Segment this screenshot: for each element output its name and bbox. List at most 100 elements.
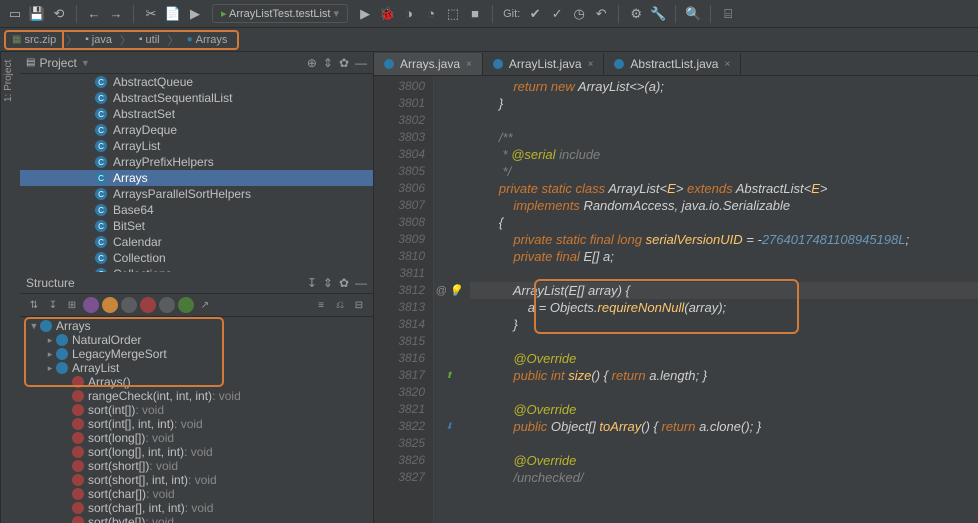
close-icon[interactable]: × xyxy=(724,59,730,70)
stop-icon[interactable]: ■ xyxy=(466,5,484,23)
git-commit-icon[interactable]: ✓ xyxy=(548,5,566,23)
breadcrumb-part-1[interactable]: ▪util xyxy=(133,32,166,48)
code-line[interactable]: return new ArrayList<>(a); xyxy=(470,78,978,95)
editor-tab[interactable]: ArrayList.java× xyxy=(483,53,605,75)
code-line[interactable]: public Object[] toArray() { return a.clo… xyxy=(470,418,978,435)
copy-icon[interactable]: 📄 xyxy=(164,5,182,23)
code-line[interactable] xyxy=(470,435,978,452)
code-line[interactable]: /** xyxy=(470,129,978,146)
sync-icon[interactable]: ⟲ xyxy=(50,5,68,23)
structure-tree-item[interactable]: ▸LegacyMergeSort xyxy=(20,347,373,361)
code-line[interactable]: private static final long serialVersionU… xyxy=(470,231,978,248)
git-update-icon[interactable]: ✔ xyxy=(526,5,544,23)
sort-icon[interactable]: ↧ xyxy=(307,276,317,290)
structure-tree-item[interactable]: sort(long[], int, int): void xyxy=(20,445,373,459)
hide-icon[interactable]: — xyxy=(355,276,367,290)
cut-icon[interactable]: ✂ xyxy=(142,5,160,23)
code-editor[interactable]: return new ArrayList<>(a); } /** * @seri… xyxy=(464,76,978,523)
hide-icon[interactable]: — xyxy=(355,56,367,70)
project-tree-item[interactable]: CArrayPrefixHelpers xyxy=(20,154,373,170)
breadcrumb-root[interactable]: ▦src.zip xyxy=(4,30,62,50)
close-icon[interactable]: × xyxy=(588,59,594,70)
project-tree-item[interactable]: CBase64 xyxy=(20,202,373,218)
s-fields-icon[interactable] xyxy=(83,297,99,313)
structure-tree-item[interactable]: ▸ArrayList xyxy=(20,361,373,375)
hammer-icon[interactable]: ▶ xyxy=(186,5,204,23)
redo-icon[interactable]: → xyxy=(107,5,125,23)
wrench-icon[interactable]: 🔧 xyxy=(649,5,667,23)
Project-toolwindow-tab[interactable]: 1: Project xyxy=(0,52,20,523)
gear-icon[interactable]: ✿ xyxy=(339,276,349,290)
git-revert-icon[interactable]: ↶ xyxy=(592,5,610,23)
structure-tree-item[interactable]: Arrays() xyxy=(20,375,373,389)
settings-icon[interactable]: ⚙ xyxy=(627,5,645,23)
attach-icon[interactable]: ⬚ xyxy=(444,5,462,23)
structure-tree-item[interactable]: sort(short[]): void xyxy=(20,459,373,473)
code-line[interactable]: ArrayList(E[] array) { xyxy=(470,282,978,299)
project-tree-item[interactable]: CArrayDeque xyxy=(20,122,373,138)
expand-icon[interactable]: ⇕ xyxy=(323,276,333,290)
code-line[interactable] xyxy=(470,333,978,350)
structure-tree[interactable]: ▼Arrays▸NaturalOrder▸LegacyMergeSort▸Arr… xyxy=(20,317,373,523)
project-tree-item[interactable]: CArrays xyxy=(20,170,373,186)
structure-tree-item[interactable]: sort(int[], int, int): void xyxy=(20,417,373,431)
search-icon[interactable]: 🔍 xyxy=(684,5,702,23)
s-anon-icon[interactable] xyxy=(121,297,137,313)
s-sort-vis-icon[interactable]: ↧ xyxy=(45,297,61,313)
s-props-icon[interactable] xyxy=(178,297,194,313)
structure-tree-item[interactable]: sort(long[]): void xyxy=(20,431,373,445)
project-tree-item[interactable]: CArrayList xyxy=(20,138,373,154)
debug-icon[interactable]: 🐞 xyxy=(378,5,396,23)
code-line[interactable]: { xyxy=(470,214,978,231)
structure-tree-item[interactable]: ▸NaturalOrder xyxy=(20,333,373,347)
git-history-icon[interactable]: ◷ xyxy=(570,5,588,23)
code-line[interactable]: } xyxy=(470,316,978,333)
gear-icon[interactable]: ✿ xyxy=(339,56,349,70)
code-line[interactable]: implements RandomAccess, java.io.Seriali… xyxy=(470,197,978,214)
s-inherited-icon[interactable] xyxy=(102,297,118,313)
code-line[interactable] xyxy=(470,384,978,401)
s-collapse-icon[interactable]: ≡ xyxy=(313,297,329,313)
code-line[interactable]: private final E[] a; xyxy=(470,248,978,265)
structure-tree-item[interactable]: sort(int[]): void xyxy=(20,403,373,417)
project-tree-item[interactable]: CAbstractSet xyxy=(20,106,373,122)
project-tree-item[interactable]: CCollection xyxy=(20,250,373,266)
coverage-icon[interactable]: ◑ xyxy=(400,5,418,23)
save-icon[interactable]: 💾 xyxy=(28,5,46,23)
run-icon[interactable]: ▶ xyxy=(356,5,374,23)
code-line[interactable]: private static class ArrayList<E> extend… xyxy=(470,180,978,197)
code-line[interactable]: /unchecked/ xyxy=(470,469,978,486)
code-line[interactable]: */ xyxy=(470,163,978,180)
code-line[interactable] xyxy=(470,112,978,129)
project-tree-item[interactable]: CCalendar xyxy=(20,234,373,250)
structure-icon[interactable]: ⌸ xyxy=(719,5,737,23)
s-nonpublic-icon[interactable] xyxy=(159,297,175,313)
code-line[interactable]: } xyxy=(470,95,978,112)
project-tree-item[interactable]: CBitSet xyxy=(20,218,373,234)
target-icon[interactable]: ⊕ xyxy=(307,56,317,70)
editor-tab[interactable]: AbstractList.java× xyxy=(604,53,741,75)
structure-tree-item[interactable]: sort(byte[]): void xyxy=(20,515,373,523)
project-tree-item[interactable]: CAbstractSequentialList xyxy=(20,90,373,106)
run-configuration[interactable]: ▸ ArrayListTest.testList ▾ xyxy=(212,4,348,23)
profile-icon[interactable]: ◔ xyxy=(422,5,440,23)
s-expand-icon[interactable]: ⎌ xyxy=(332,297,348,313)
editor-tab[interactable]: Arrays.java× xyxy=(374,53,483,75)
s-group-icon[interactable]: ⊞ xyxy=(64,297,80,313)
code-line[interactable]: public int size() { return a.length; } xyxy=(470,367,978,384)
s-lambda-icon[interactable] xyxy=(140,297,156,313)
close-icon[interactable]: × xyxy=(466,59,472,70)
structure-tree-item[interactable]: sort(char[]): void xyxy=(20,487,373,501)
structure-tree-item[interactable]: rangeCheck(int, int, int): void xyxy=(20,389,373,403)
code-line[interactable]: @Override xyxy=(470,350,978,367)
project-tree[interactable]: CAbstractQueueCAbstractSequentialListCAb… xyxy=(20,74,373,272)
structure-tree-item[interactable]: sort(short[], int, int): void xyxy=(20,473,373,487)
project-tree-item[interactable]: CAbstractQueue xyxy=(20,74,373,90)
s-sort-alpha-icon[interactable]: ⇅ xyxy=(26,297,42,313)
code-line[interactable]: * @serial include xyxy=(470,146,978,163)
breadcrumb-part-2[interactable]: ●Arrays xyxy=(181,32,234,48)
structure-tree-item[interactable]: ▼Arrays xyxy=(20,319,373,333)
undo-icon[interactable]: ← xyxy=(85,5,103,23)
open-icon[interactable]: ▭ xyxy=(6,5,24,23)
code-line[interactable]: @Override xyxy=(470,401,978,418)
